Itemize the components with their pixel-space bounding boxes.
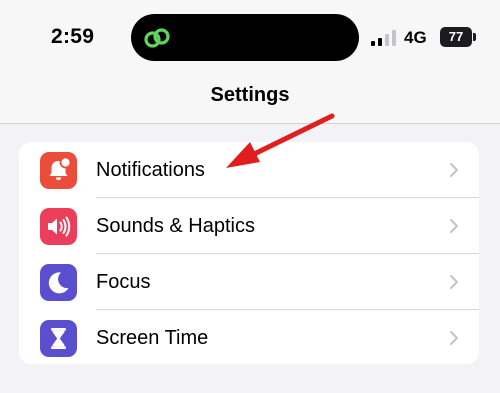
settings-item-screen-time[interactable]: Screen Time	[19, 310, 479, 364]
battery-level: 77	[440, 27, 472, 47]
annotation-arrow-icon	[226, 113, 335, 168]
chevron-right-icon	[450, 219, 458, 233]
settings-item-label: Sounds & Haptics	[96, 215, 255, 237]
battery-cap	[473, 33, 476, 41]
settings-item-label: Screen Time	[96, 327, 209, 349]
battery-icon: 77	[440, 27, 476, 47]
status-time: 2:59	[51, 25, 95, 48]
link-icon	[144, 28, 170, 48]
bell-badge-icon	[40, 152, 77, 189]
settings-item-label: Notifications	[96, 159, 205, 181]
settings-item-focus[interactable]: Focus	[19, 254, 479, 310]
dynamic-island[interactable]	[131, 14, 359, 61]
moon-icon	[40, 264, 77, 301]
settings-item-sounds-haptics[interactable]: Sounds & Haptics	[19, 198, 479, 254]
network-type: 4G	[404, 28, 427, 47]
hourglass-icon	[40, 320, 77, 357]
speaker-icon	[40, 208, 77, 245]
signal-icon	[371, 30, 396, 46]
page-title: Settings	[210, 84, 290, 106]
chevron-right-icon	[450, 275, 458, 289]
chevron-right-icon	[450, 163, 458, 177]
settings-item-label: Focus	[96, 271, 151, 293]
header: 2:59 4G 77 Settings	[0, 0, 500, 124]
chevron-right-icon	[450, 331, 458, 345]
